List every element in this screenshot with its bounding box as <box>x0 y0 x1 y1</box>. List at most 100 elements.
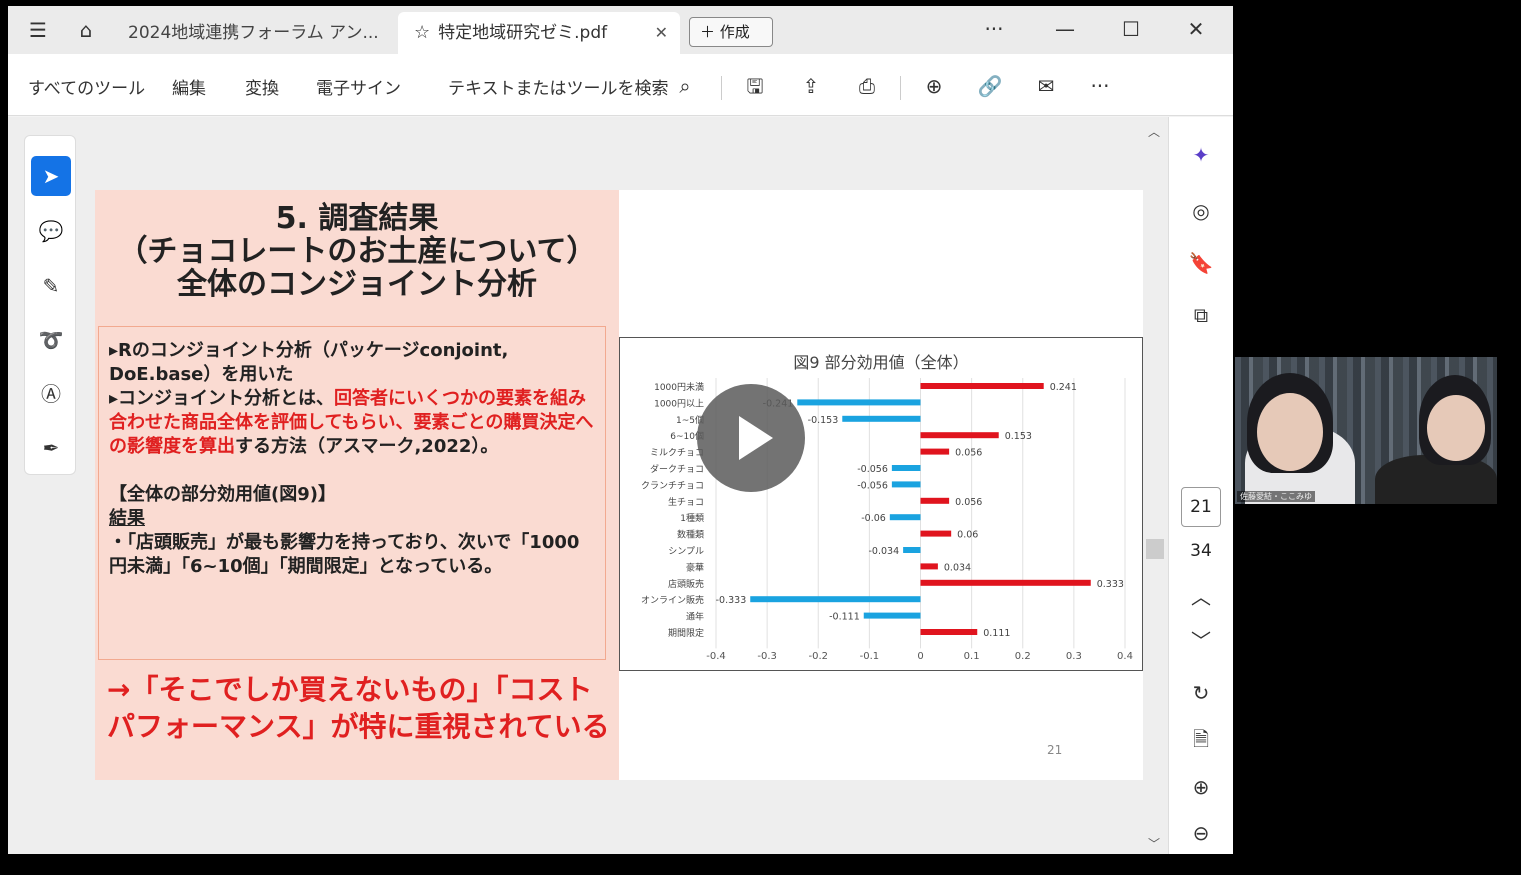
prev-page-icon[interactable]: ︿ <box>1185 581 1217 613</box>
data-label: -0.153 <box>808 415 839 426</box>
participant-name-label: 佐藤愛結・ここみゆ <box>1237 491 1315 502</box>
link-icon[interactable]: 🔗 <box>975 72 1005 100</box>
x-tick-label: 0.3 <box>1066 651 1082 662</box>
pages-icon[interactable]: ⧉ <box>1185 299 1217 331</box>
pdf-page: 5. 調査結果 （チョコレートのお土産について） 全体のコンジョイント分析 ▸R… <box>95 190 1143 780</box>
chart-title: 図9 部分効用値（全体） <box>793 353 968 372</box>
text-box-tool-icon[interactable]: Ⓐ <box>31 374 71 414</box>
webcam-video-overlay[interactable]: 佐藤愛結・ここみゆ <box>1235 357 1497 504</box>
bar <box>891 481 921 488</box>
menu-edit[interactable]: 編集 <box>172 74 206 99</box>
bar <box>891 465 921 471</box>
category-label: クランチチョコ <box>641 480 704 491</box>
right-rail: ✦ ◎ 🔖 ⧉ 21 34 ︿ ﹀ ↻ 🗎 ⊕ ⊖ <box>1168 117 1233 854</box>
data-label: 0.111 <box>983 628 1010 639</box>
data-label: 0.034 <box>944 562 971 573</box>
close-window-icon[interactable]: ✕ <box>1176 14 1216 44</box>
menu-all-tools[interactable]: すべてのツール <box>28 74 145 99</box>
scrollbar-thumb[interactable] <box>1146 539 1164 559</box>
email-icon[interactable]: ✉ <box>1031 72 1061 100</box>
print-icon[interactable]: ⎙ <box>852 72 882 100</box>
create-button[interactable]: ＋ 作成 <box>689 17 773 47</box>
star-icon[interactable]: ☆ <box>414 22 430 43</box>
menu-esign[interactable]: 電子サイン <box>316 74 401 99</box>
more-options-icon[interactable]: ··· <box>974 14 1014 44</box>
play-button[interactable] <box>697 384 805 492</box>
document-area: ➤ 💬 ✎ ➰ Ⓐ ✒ 5. 調査結果 （チョコレートのお土産について） 全体の… <box>8 117 1168 854</box>
x-tick-label: -0.4 <box>706 651 726 662</box>
x-tick-label: -0.1 <box>860 651 880 662</box>
category-label: 数種類 <box>677 529 704 541</box>
person-left-face <box>1257 393 1323 471</box>
zoom-out-icon[interactable]: ⊖ <box>1185 817 1217 849</box>
next-page-icon[interactable]: ﹀ <box>1185 625 1217 657</box>
share-user-icon[interactable]: ⊕ <box>919 72 949 100</box>
scroll-down-icon[interactable]: ﹀ <box>1148 835 1160 852</box>
bar <box>750 596 921 603</box>
page-number: 21 <box>1047 743 1063 757</box>
data-label: -0.034 <box>868 546 899 557</box>
x-tick-label: 0 <box>917 651 923 662</box>
category-label: 生チョコ <box>668 496 704 508</box>
bar <box>797 399 921 406</box>
comments-icon[interactable]: ◎ <box>1185 195 1217 227</box>
data-label: -0.333 <box>716 595 747 606</box>
utility-bar-chart: 図9 部分効用値（全体） -0.4 -0.3 -0.2 -0.1 0 0.1 0.2 0.3 0.… <box>641 353 1133 662</box>
extract-page-icon[interactable]: 🗎 <box>1185 723 1217 755</box>
bullet2-tail-text: する方法（アスマーク,2022）。 <box>235 436 499 457</box>
slide-left-panel: 5. 調査結果 （チョコレートのお土産について） 全体のコンジョイント分析 ▸R… <box>95 190 619 780</box>
bar <box>842 415 921 422</box>
hamburger-menu-icon[interactable]: ☰ <box>24 16 52 44</box>
maximize-icon[interactable]: ☐ <box>1111 14 1151 44</box>
title-line: 5. 調査結果 <box>275 201 439 236</box>
tool-search[interactable]: テキストまたはツールを検索 <box>448 74 669 99</box>
scroll-up-icon[interactable]: ︿ <box>1148 123 1160 140</box>
title-line: 全体のコンジョイント分析 <box>177 267 537 302</box>
comment-tool-icon[interactable]: 💬 <box>31 211 71 251</box>
bar <box>863 612 921 619</box>
draw-tool-icon[interactable]: ➰ <box>31 320 71 360</box>
bullet2-text: ▸コンジョイント分析とは、 <box>109 388 335 409</box>
current-page-field[interactable]: 21 <box>1181 487 1221 527</box>
person-right-face <box>1427 395 1485 461</box>
vertical-scrollbar[interactable]: ︿ ﹀ <box>1146 123 1164 854</box>
x-tick-label: 0.4 <box>1117 651 1133 662</box>
tab-bar: ☰ ⌂ 2024地域連携フォーラム アン... ☆ 特定地域研究ゼミ.pdf ✕ … <box>8 6 1233 54</box>
bookmarks-icon[interactable]: 🔖 <box>1185 247 1217 279</box>
category-label: 1000円未満 <box>654 381 704 393</box>
bar <box>920 629 978 635</box>
data-label: 0.241 <box>1050 382 1077 393</box>
tab-forum[interactable]: 2024地域連携フォーラム アン... <box>112 12 394 54</box>
more-tools-icon[interactable]: ··· <box>1085 72 1115 100</box>
rotate-icon[interactable]: ↻ <box>1185 677 1217 709</box>
tab-pdf[interactable]: ☆ 特定地域研究ゼミ.pdf ✕ <box>398 12 680 54</box>
data-label: 0.333 <box>1097 579 1124 590</box>
highlight-tool-icon[interactable]: ✎ <box>31 266 71 306</box>
bar <box>920 530 952 537</box>
search-icon[interactable]: ⌕ <box>670 72 700 100</box>
sign-tool-icon[interactable]: ✒ <box>31 428 71 468</box>
bar <box>889 514 921 521</box>
home-icon[interactable]: ⌂ <box>72 16 100 44</box>
slide-title: 5. 調査結果 （チョコレートのお土産について） 全体のコンジョイント分析 <box>95 202 619 301</box>
ai-assistant-icon[interactable]: ✦ <box>1185 139 1217 171</box>
upload-icon[interactable]: ⇪ <box>796 72 826 100</box>
bullet-conjoint-definition: ▸コンジョイント分析とは、回答者にいくつかの要素を組み合わせた商品全体を評価して… <box>109 387 595 459</box>
save-icon[interactable]: 🖫 <box>740 72 770 100</box>
explanation-box: ▸Rのコンジョイント分析（パッケージconjoint, DoE.base）を用い… <box>98 326 606 660</box>
menu-convert[interactable]: 変換 <box>245 74 279 99</box>
bar <box>920 448 950 455</box>
toolbar: すべてのツール 編集 変換 電子サイン テキストまたはツールを検索 ⌕ 🖫 ⇪ … <box>8 54 1233 116</box>
data-label: -0.06 <box>861 513 886 524</box>
section-heading: 【全体の部分効用値(図9)】 <box>109 484 336 505</box>
bar <box>903 547 921 553</box>
minimize-icon[interactable]: — <box>1045 14 1085 44</box>
data-label: -0.056 <box>857 464 888 475</box>
select-tool-icon[interactable]: ➤ <box>31 156 71 196</box>
data-label: 0.056 <box>955 448 982 459</box>
close-tab-icon[interactable]: ✕ <box>655 12 668 54</box>
total-pages: 34 <box>1190 541 1212 561</box>
category-label: 通年 <box>686 611 704 623</box>
chart-container: 図9 部分効用値（全体） -0.4 -0.3 -0.2 -0.1 0 0.1 0.2 0.3 0.… <box>619 337 1143 671</box>
zoom-in-icon[interactable]: ⊕ <box>1185 771 1217 803</box>
